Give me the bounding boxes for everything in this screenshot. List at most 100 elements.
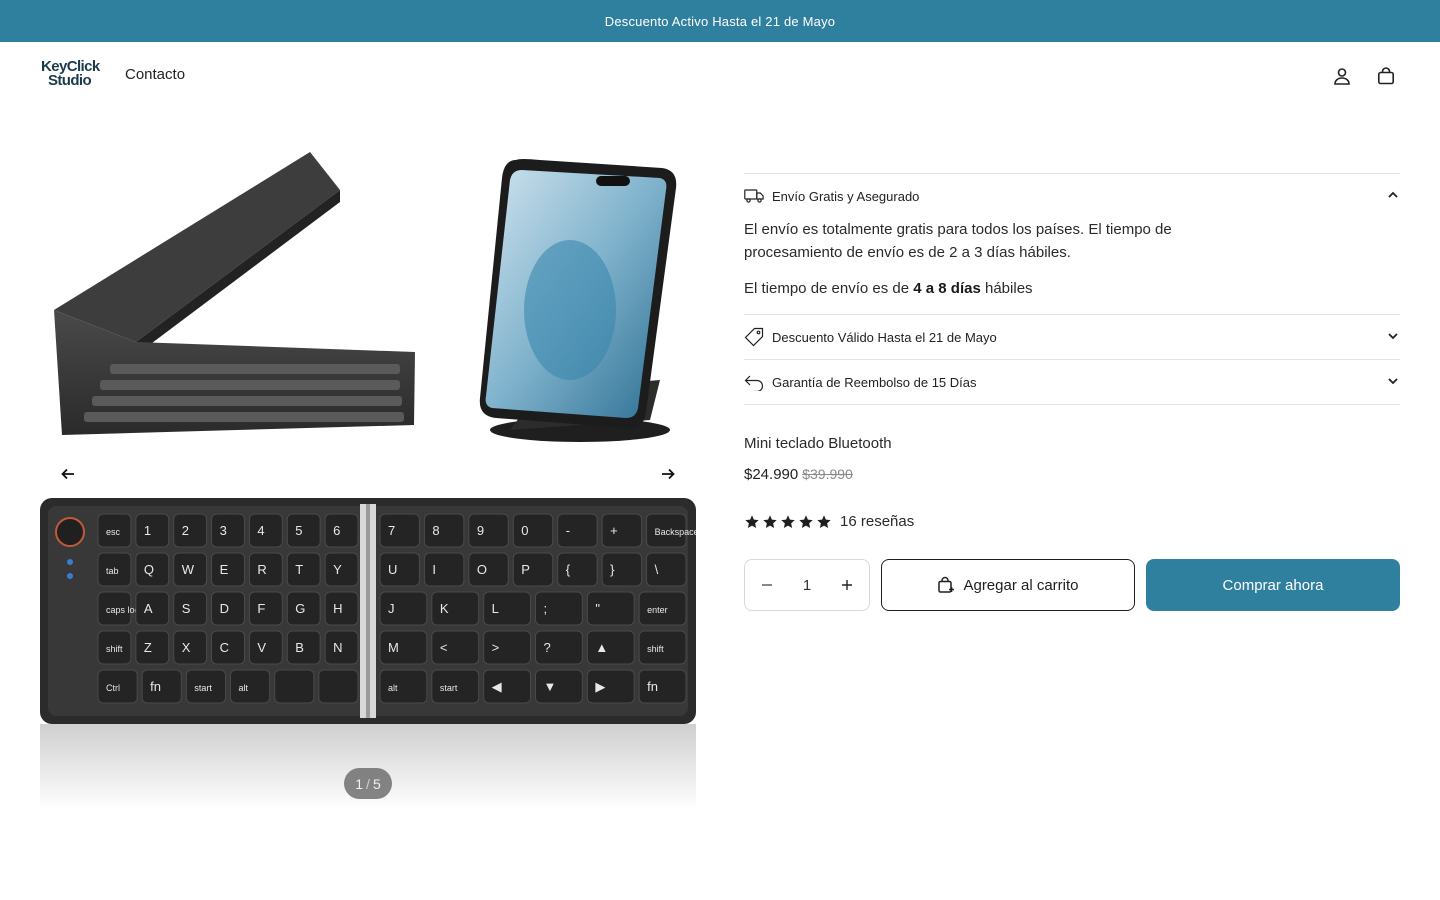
reviews-count: 16 reseñas [840, 513, 915, 530]
star-rating [744, 514, 832, 530]
quantity-increase-button[interactable] [839, 577, 855, 593]
keyboard-keys: esc 1 2 3 4 5 6 7 8 9 0 - + Backspace tab Q W E R T Y U I O P {} \… [97, 513, 696, 704]
accordion-shipping-body: El envío es totalmente gratis para todos… [744, 218, 1400, 314]
buy-now-button[interactable]: Comprar ahora [1146, 559, 1400, 611]
store-logo[interactable]: KeyClick Studio [41, 59, 105, 94]
keyboard-key-label: L [492, 601, 499, 616]
keyboard-key [211, 513, 245, 548]
announcement-bar: Descuento Activo Hasta el 21 de Mayo [0, 0, 1440, 42]
keyboard-key-label: Q [144, 562, 154, 577]
announcement-text: Descuento Activo Hasta el 21 de Mayo [604, 13, 836, 29]
keyboard-key-label: start [194, 683, 212, 693]
keyboard-key [248, 591, 283, 626]
minus-icon [762, 584, 772, 586]
shopping-bag-icon[interactable] [1374, 64, 1398, 88]
price-block: $24.990 $39.990 [744, 466, 1400, 483]
keyboard-key [512, 552, 554, 587]
product-gallery[interactable]: esc 1 2 3 4 5 6 7 8 9 0 - + Backspace tab Q W E R T Y U I O P {} \… [40, 130, 696, 810]
keyboard-key-label: 6 [333, 523, 340, 538]
add-to-cart-button[interactable]: Agregar al carrito [881, 559, 1135, 611]
keyboard-key-label: U [388, 562, 397, 577]
star-icon [763, 514, 777, 528]
user-icon[interactable] [1330, 64, 1354, 88]
keyboard-key-label: \ [655, 562, 659, 577]
product-image: esc 1 2 3 4 5 6 7 8 9 0 - + Backspace tab Q W E R T Y U I O P {} \… [40, 152, 696, 810]
product-accordion: Envío Gratis y Asegurado El envío es tot… [744, 173, 1400, 405]
nav-contact-link[interactable]: Contacto [125, 66, 185, 83]
accordion-shipping: Envío Gratis y Asegurado El envío es tot… [744, 173, 1400, 314]
accordion-shipping-header[interactable]: Envío Gratis y Asegurado [744, 174, 1400, 218]
keyboard-key-label: alt [388, 683, 398, 693]
accordion-discount-title: Descuento Válido Hasta el 21 de Mayo [772, 329, 997, 345]
accordion-discount-header[interactable]: Descuento Válido Hasta el 21 de Mayo [744, 315, 1400, 359]
product-info: Envío Gratis y Asegurado El envío es tot… [744, 173, 1400, 611]
accordion-refund-header[interactable]: Garantía de Reembolso de 15 Días [744, 360, 1400, 404]
product-rating[interactable]: 16 reseñas [744, 513, 1400, 530]
chevron-down-icon [1386, 374, 1400, 388]
keyboard-key-label: alt [239, 683, 249, 693]
keyboard-key [173, 513, 208, 548]
keyboard-key [286, 513, 321, 548]
star-icon [745, 514, 759, 528]
arrow-right-icon[interactable] [654, 460, 682, 488]
keyboard-key [468, 552, 509, 587]
keyboard-key [135, 630, 170, 665]
keyboard-key-label: Ctrl [106, 683, 120, 693]
keyboard-key [379, 513, 420, 548]
add-to-cart-label: Agregar al carrito [963, 576, 1079, 594]
keyboard-key-label: < [440, 640, 448, 655]
keyboard-key-label: 2 [182, 523, 189, 538]
site-header: KeyClick Studio Contacto [0, 42, 1440, 110]
shipping-time-bold: 4 a 8 días [913, 280, 981, 297]
keyboard-key-label: fn [150, 679, 161, 694]
keyboard-key [646, 552, 687, 587]
accordion-discount: Descuento Válido Hasta el 21 de Mayo [744, 314, 1400, 359]
keyboard-key [135, 513, 170, 548]
keyboard-key [230, 669, 271, 704]
keyboard-key-label: shift [106, 644, 123, 654]
quantity-value[interactable]: 1 [803, 577, 811, 594]
keyboard-key-label: } [610, 562, 615, 577]
keyboard-key-label: ? [544, 640, 551, 655]
keyboard-key [601, 552, 643, 587]
keyboard-key [557, 552, 598, 587]
truck-icon [744, 186, 766, 206]
keyboard-key-label: ; [544, 601, 548, 616]
keyboard-key-label: - [566, 523, 570, 538]
keyboard-key [468, 513, 509, 548]
keyboard-key-label: X [182, 640, 191, 655]
shipping-time-text: El tiempo de envío es de 4 a 8 días hábi… [744, 277, 1174, 300]
keyboard-key-label: enter [647, 605, 668, 615]
purchase-controls: 1 Agregar al carrito Comprar ahora [744, 559, 1400, 611]
keyboard-key-label: D [220, 601, 229, 616]
keyboard-key-label: O [477, 562, 487, 577]
sale-price: $24.990 [744, 466, 799, 483]
chevron-up-icon [1386, 188, 1400, 202]
keyboard-key-label: T [295, 562, 303, 577]
keyboard-key-label: 3 [220, 523, 227, 538]
keyboard-key [423, 513, 465, 548]
keyboard-key-label: W [182, 562, 195, 577]
keyboard-key-label: C [220, 640, 229, 655]
slide-counter-separator: / [366, 775, 370, 792]
keyboard-key-label: tab [106, 566, 119, 576]
keyboard-key-label: E [220, 562, 229, 577]
keyboard-key-label: + [610, 523, 618, 538]
keyboard-key-label: Z [144, 640, 152, 655]
keyboard-key-label: M [388, 640, 399, 655]
keyboard-key-label: N [333, 640, 342, 655]
quantity-decrease-button[interactable] [759, 577, 775, 593]
keyboard-key-label: shift [647, 644, 664, 654]
keyboard-key [557, 513, 598, 548]
keyboard-key-label: K [440, 601, 449, 616]
keyboard-key [423, 552, 465, 587]
keyboard-key-label: 5 [295, 523, 302, 538]
shipping-time-prefix: El tiempo de envío es de [744, 280, 914, 297]
keyboard-key-label: 0 [521, 523, 528, 538]
keyboard-key-label: ◀ [492, 679, 502, 694]
arrow-left-icon[interactable] [54, 460, 82, 488]
star-icon [781, 514, 795, 528]
keyboard-key-label: esc [106, 527, 121, 537]
accordion-shipping-title: Envío Gratis y Asegurado [772, 188, 920, 204]
chevron-down-icon [1386, 329, 1400, 343]
